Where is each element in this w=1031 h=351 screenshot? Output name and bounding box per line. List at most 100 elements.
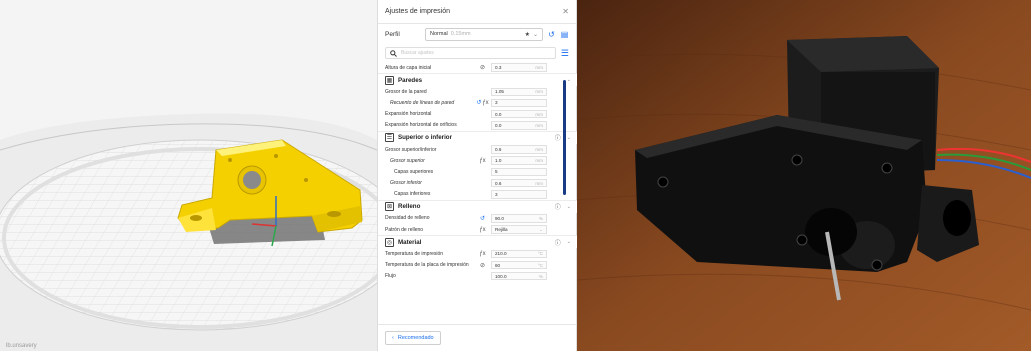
recommended-button[interactable]: ‹ Recomendado [385,331,441,345]
print-settings-panel: Ajustes de impresión ✕ Perfil Normal 0.1… [377,0,578,351]
setting-unit: mm [535,158,543,164]
setting-value: 0.3 [495,65,502,71]
category-header[interactable]: ⊠ Relleno ⓘ ⌄ [378,199,578,213]
setting-value-field[interactable]: 0.6 mm [491,145,547,154]
setting-row[interactable]: Capas inferiores 3 [378,189,578,200]
setting-row[interactable]: Capas superiores 5 [378,166,578,177]
profile-row: Perfil Normal 0.15mm ★ ⌄ ↺ ▤ [378,24,576,44]
setting-value-field[interactable]: 5 [491,167,547,177]
setting-label: Temperatura de impresión [385,250,444,257]
setting-value-field[interactable]: 3 [491,98,547,108]
reset-icon[interactable]: ↺ [547,30,556,39]
setting-row[interactable]: Grosor de la pared 1.05 mm [378,86,578,97]
info-icon[interactable]: ⓘ [555,133,561,142]
setting-value-field[interactable]: 60 °C [491,260,547,270]
star-icon[interactable]: ★ [525,31,530,38]
setting-row[interactable]: Grosor superior/inferior 0.6 mm [378,144,578,155]
setting-value: 0.0 [495,111,502,117]
link-icon[interactable]: ⊘ [480,65,485,71]
setting-label: Grosor superior [390,157,425,164]
menu-icon[interactable]: ☰ [561,48,569,59]
search-row: Buscar ajustes ☰ [378,44,576,62]
search-placeholder: Buscar ajustes [401,50,434,56]
formula-icon[interactable]: ƒx [479,251,485,257]
setting-value-field[interactable]: 100.0% [491,271,547,281]
setting-label: Flujo [385,273,396,280]
category-label: Material [398,238,422,246]
setting-value-field[interactable]: 0.0 mm [491,109,547,119]
setting-row[interactable]: Altura de capa inicial ⊘ 0.3 mm [378,62,578,73]
setting-value-field[interactable]: 1.05 mm [491,87,547,97]
category-header[interactable]: ◎ Material ⓘ ⌄ [378,235,578,249]
setting-row[interactable]: Grosor inferior 0.6 mm [378,178,578,189]
setting-value: 0.6 [495,147,502,153]
setting-value: 90.0 [495,215,504,221]
setting-label: Expansión horizontal [385,111,432,118]
setting-unit: mm [535,122,543,128]
save-icon[interactable]: ▤ [560,30,569,39]
chevron-down-icon[interactable]: ⌄ [567,77,571,83]
setting-unit: mm [535,111,543,117]
close-icon[interactable]: ✕ [562,7,569,16]
setting-row[interactable]: Flujo 100.0% [378,271,578,282]
chevron-down-icon: ⌄ [532,31,538,38]
setting-value-field[interactable]: Rejilla ⌄ [491,225,547,234]
formula-icon[interactable]: ƒx [482,100,488,106]
panel-footer: ‹ Recomendado [378,324,578,351]
setting-row[interactable]: Expansión horizontal de orificios 0.0 mm [378,120,578,131]
reset-icon[interactable]: ↺ [476,100,481,106]
setting-row[interactable]: Recuento de líneas de pared ↺ƒx 3 [378,97,578,108]
printed-part-photo [577,0,1031,351]
link-icon[interactable]: ⊘ [480,263,485,269]
recommended-button-label: Recomendado [397,335,434,341]
profile-dropdown[interactable]: Normal 0.15mm ★ ⌄ [425,27,543,41]
info-icon[interactable]: ⓘ [555,202,561,211]
3d-viewport[interactable]: lb.unsavery [0,0,377,351]
info-icon[interactable]: ⓘ [555,238,561,247]
setting-label: Grosor inferior [390,180,422,187]
setting-value-field[interactable]: 1.0 mm [491,156,547,165]
photo-illustration [577,0,1031,351]
chevron-down-icon[interactable]: ⌄ [567,135,571,141]
setting-row[interactable]: Densidad de relleno ↺ 90.0% [378,213,578,224]
formula-icon[interactable]: ƒx [479,158,485,164]
setting-unit: ⌄ [539,226,543,232]
setting-label: Densidad de relleno [385,215,430,222]
build-plate-scene [0,113,377,351]
setting-label: Recuento de líneas de pared [390,99,455,106]
setting-value: 0.0 [495,122,502,128]
setting-label: Grosor de la pared [385,88,427,95]
reset-icon[interactable]: ↺ [480,216,485,222]
setting-value-field[interactable]: 90.0% [491,214,547,223]
scrollbar[interactable] [563,80,566,195]
settings-list[interactable]: Altura de capa inicial ⊘ 0.3 mm ▦ Paredes ⌄ Gro… [378,62,578,324]
setting-value: 210.0 [495,251,507,257]
setting-row[interactable]: Temperatura de la placa de impresión ⊘ 60 °… [378,259,578,270]
chevron-down-icon[interactable]: ⌄ [567,239,571,245]
chevron-down-icon[interactable]: ⌄ [567,204,571,210]
profile-label: Perfil [385,30,400,38]
setting-value-field[interactable]: 0.3 mm [491,63,547,72]
formula-icon[interactable]: ƒx [479,227,485,233]
category-label: Superior o inferior [398,134,452,142]
setting-unit: °C [537,251,543,257]
chevron-left-icon: ‹ [392,335,394,341]
setting-unit: mm [535,65,543,71]
setting-label: Temperatura de la placa de impresión [385,262,469,269]
setting-row[interactable]: Temperatura de impresión ƒx 210.0 °C [378,248,578,259]
category-header[interactable]: ☰ Superior o inferior ⓘ ⌄ [378,130,578,144]
setting-value-field[interactable]: 210.0 °C [491,249,547,259]
setting-label: Grosor superior/inferior [385,146,437,153]
setting-value-field[interactable]: 0.0 mm [491,121,547,130]
setting-value-field[interactable]: 0.6 mm [491,178,547,188]
setting-row[interactable]: Expansión horizontal 0.0 mm [378,109,578,120]
setting-value: 3 [495,191,498,197]
setting-row[interactable]: Grosor superior ƒx 1.0 mm [378,155,578,166]
panel-title: Ajustes de impresión [385,8,450,15]
search-icon [390,49,397,57]
search-input[interactable]: Buscar ajustes [385,47,556,59]
category-icon: ◎ [385,237,394,247]
category-header[interactable]: ▦ Paredes ⌄ [378,73,578,87]
setting-value-field[interactable]: 3 [491,190,547,199]
setting-row[interactable]: Patrón de relleno ƒx Rejilla ⌄ [378,224,578,235]
